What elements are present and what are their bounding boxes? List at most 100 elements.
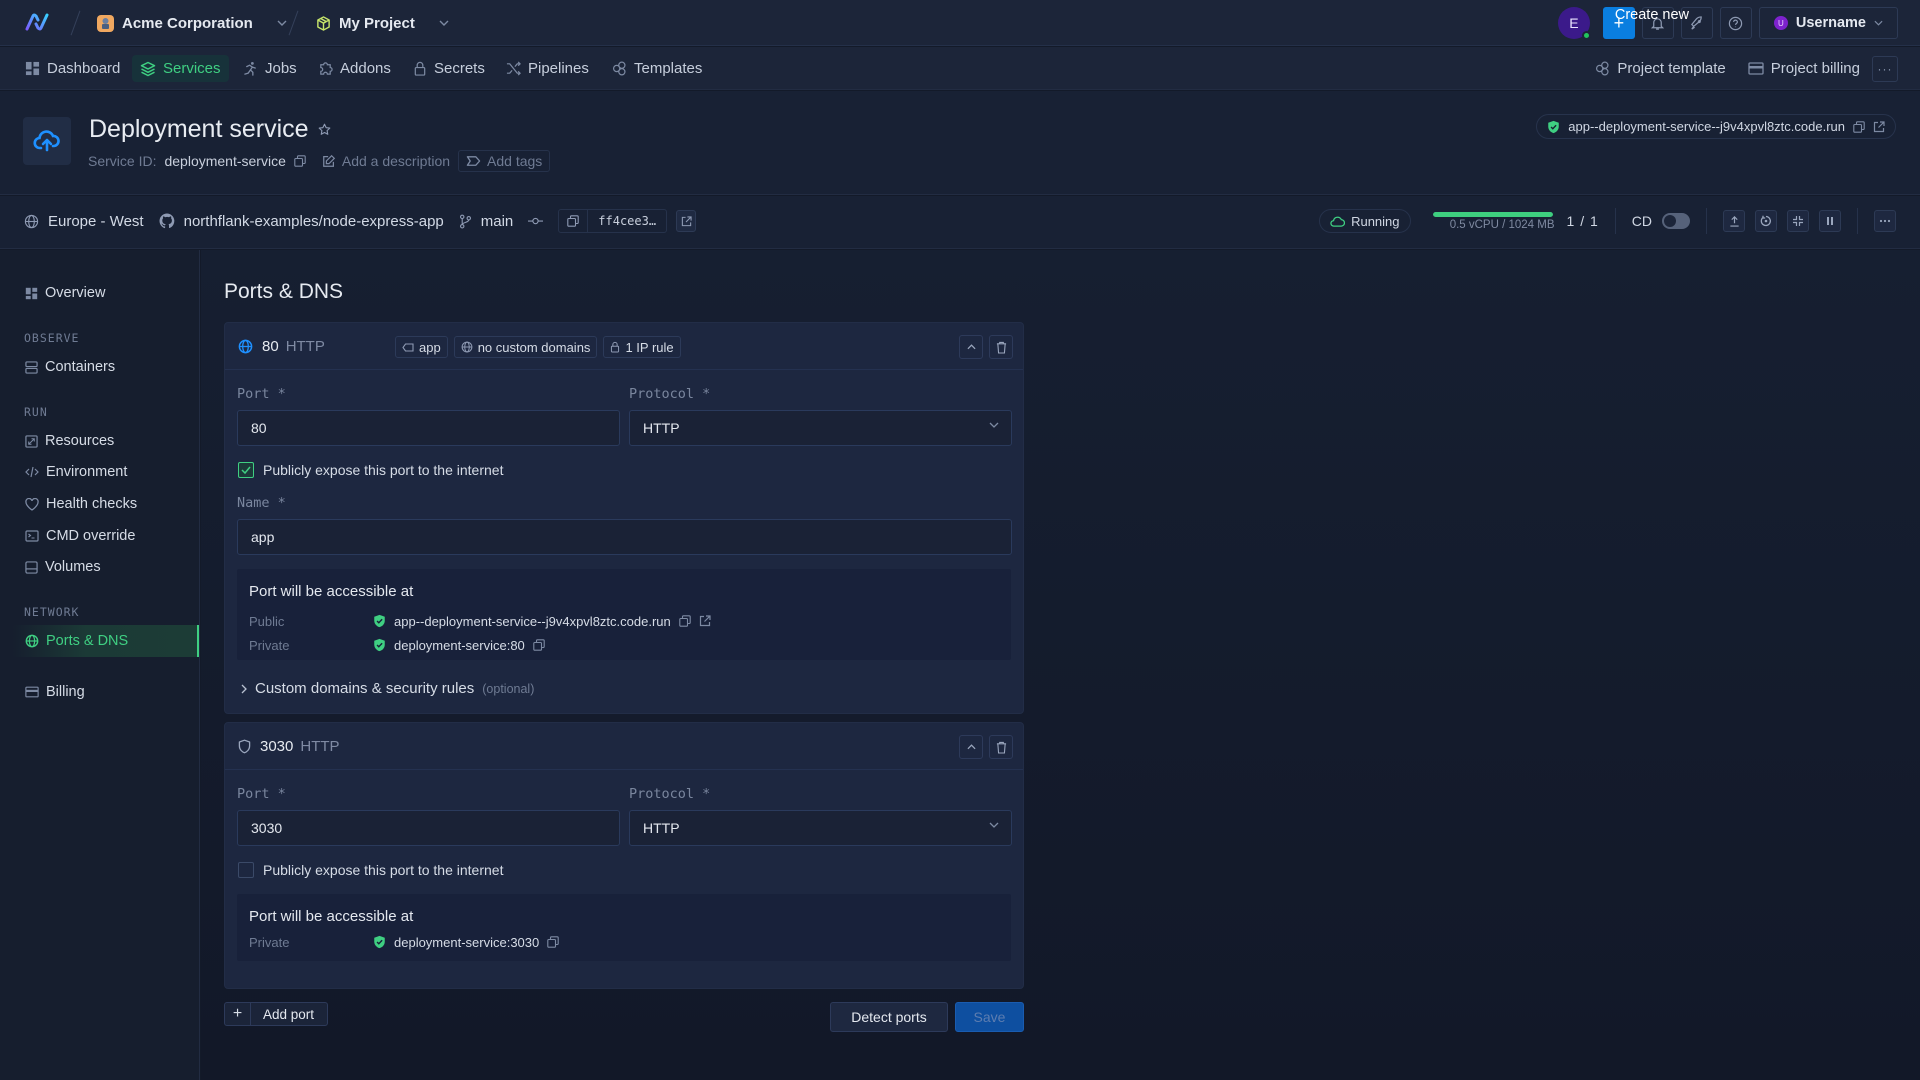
sidebar-item-environment[interactable]: Environment: [12, 456, 199, 488]
port-card: 3030 HTTP Port * 3030 Protocol * HTTP Pu…: [224, 722, 1024, 989]
public-expose-checkbox[interactable]: Publicly expose this port to the interne…: [238, 862, 503, 878]
shield-check-icon: [373, 638, 386, 652]
private-url[interactable]: deployment-service:80: [394, 638, 525, 653]
star-icon[interactable]: [318, 123, 331, 136]
checkbox-unchecked[interactable]: [238, 862, 254, 878]
checkbox-checked[interactable]: [238, 462, 254, 478]
port-name-chip: app: [395, 336, 448, 358]
collapse-button[interactable]: [959, 335, 983, 359]
nav-pipelines[interactable]: Pipelines: [498, 55, 597, 82]
sidebar-item-overview[interactable]: Overview: [12, 277, 199, 309]
copy-commit-button[interactable]: [559, 210, 589, 232]
cd-toggle[interactable]: [1662, 213, 1690, 229]
project-switcher[interactable]: My Project: [316, 0, 449, 46]
trash-icon: [996, 341, 1007, 354]
user-initial: E: [1569, 15, 1579, 31]
sidebar-item-label: Resources: [45, 433, 115, 449]
nav-jobs[interactable]: Jobs: [235, 55, 305, 82]
sidebar-item-volumes[interactable]: Volumes: [12, 551, 199, 583]
sidebar-item-label: Ports & DNS: [46, 633, 129, 649]
deploy-button[interactable]: [1723, 210, 1745, 232]
sidebar-item-health-checks[interactable]: Health checks: [12, 488, 199, 520]
add-port-button[interactable]: + Add port: [224, 1002, 329, 1026]
add-description-button[interactable]: Add a description: [322, 153, 450, 169]
copy-icon[interactable]: [294, 155, 306, 167]
private-url[interactable]: deployment-service:3030: [394, 935, 539, 950]
repo-link[interactable]: northflank-examples/node-express-app: [184, 213, 444, 230]
delete-port-button[interactable]: [989, 735, 1013, 759]
create-new-button[interactable]: + Create new: [1602, 7, 1689, 39]
nav-services[interactable]: Services: [132, 55, 229, 82]
org-switcher[interactable]: Acme Corporation: [97, 0, 287, 46]
chevron-down-icon: [439, 20, 449, 26]
northflank-logo-icon[interactable]: [24, 11, 50, 33]
protocol-select-value: HTTP: [643, 820, 680, 836]
service-public-url[interactable]: app--deployment-service--j9v4xpvl8ztc.co…: [1568, 119, 1845, 134]
terminal-icon: [25, 530, 39, 542]
sidebar-item-containers[interactable]: Containers: [12, 351, 199, 383]
trash-icon: [996, 741, 1007, 754]
custom-domains-toggle[interactable]: Custom domains & security rules (optiona…: [241, 680, 534, 697]
user-avatar[interactable]: E: [1557, 7, 1591, 40]
add-description-label: Add a description: [341, 153, 451, 169]
usage-bar-fill: [1432, 212, 1553, 217]
username-avatar: U: [1773, 16, 1788, 30]
nav-dashboard[interactable]: Dashboard: [17, 55, 128, 82]
copy-icon[interactable]: [678, 615, 691, 627]
git-branch-icon: [459, 214, 472, 229]
nav-secrets[interactable]: Secrets: [405, 55, 493, 82]
nav-label: Secrets: [434, 60, 485, 77]
add-tags-button[interactable]: Add tags: [458, 150, 551, 172]
external-link-icon[interactable]: [1873, 120, 1885, 133]
restart-button[interactable]: [1755, 210, 1777, 232]
copy-icon[interactable]: [533, 639, 545, 651]
detect-ports-button[interactable]: Detect ports: [830, 1002, 948, 1032]
protocol-select[interactable]: HTTP: [629, 410, 1012, 446]
scale-button[interactable]: [1787, 210, 1809, 232]
help-button[interactable]: [1719, 7, 1752, 39]
nav-templates[interactable]: Templates: [604, 55, 710, 82]
nav-label: Dashboard: [47, 60, 121, 77]
project-template-link[interactable]: Project template: [1595, 60, 1726, 77]
sidebar-item-billing[interactable]: Billing: [12, 676, 199, 708]
nav-addons[interactable]: Addons: [310, 55, 399, 82]
delete-port-button[interactable]: [989, 335, 1013, 359]
pause-button[interactable]: [1819, 210, 1841, 232]
help-circle-icon: [1728, 16, 1743, 31]
sidebar-item-ports-dns[interactable]: Ports & DNS: [12, 625, 199, 657]
public-expose-checkbox[interactable]: Publicly expose this port to the interne…: [238, 462, 503, 478]
open-commit-button[interactable]: [676, 210, 697, 232]
public-url-row: Public app--deployment-service--j9v4xpvl…: [249, 611, 989, 631]
external-link-icon[interactable]: [699, 615, 711, 627]
public-url[interactable]: app--deployment-service--j9v4xpvl8ztc.co…: [394, 614, 671, 629]
port-input[interactable]: 3030: [237, 810, 620, 846]
sidebar-section-network: NETWORK: [24, 605, 80, 619]
more-options-button[interactable]: ···: [1872, 55, 1898, 82]
port-card-header[interactable]: 80 HTTP app no custom domains 1 IP rule: [225, 323, 1023, 370]
service-more-button[interactable]: [1874, 210, 1896, 232]
sidebar-item-cmd-override[interactable]: CMD override: [12, 520, 199, 552]
protocol-field-label: Protocol *: [629, 386, 711, 402]
port-name-input[interactable]: app: [237, 519, 1012, 555]
restart-icon: [1760, 215, 1772, 227]
sidebar-item-resources[interactable]: Resources: [12, 425, 199, 457]
project-billing-link[interactable]: Project billing: [1748, 60, 1860, 77]
project-nav: Dashboard Services Jobs Addons Secrets P…: [0, 47, 1920, 90]
copy-icon[interactable]: [547, 936, 559, 948]
status-badge: Running: [1319, 209, 1411, 233]
protocol-select[interactable]: HTTP: [629, 810, 1012, 846]
user-menu-button[interactable]: U Username: [1758, 7, 1898, 39]
more-icon: ···: [1877, 61, 1893, 76]
breadcrumb-divider: [288, 10, 299, 36]
divider: [1706, 208, 1707, 234]
port-input[interactable]: 80: [237, 410, 620, 446]
checkbox-label: Publicly expose this port to the interne…: [263, 862, 504, 878]
port-card-header[interactable]: 3030 HTTP: [225, 723, 1023, 770]
minimize-icon: [1792, 215, 1804, 227]
save-button[interactable]: Save: [955, 1002, 1024, 1032]
collapse-button[interactable]: [959, 735, 983, 759]
chevron-down-icon: [1874, 20, 1883, 26]
ip-rule-chip: 1 IP rule: [603, 336, 681, 358]
copy-icon[interactable]: [1853, 120, 1865, 133]
port-input-value: 80: [251, 420, 267, 436]
